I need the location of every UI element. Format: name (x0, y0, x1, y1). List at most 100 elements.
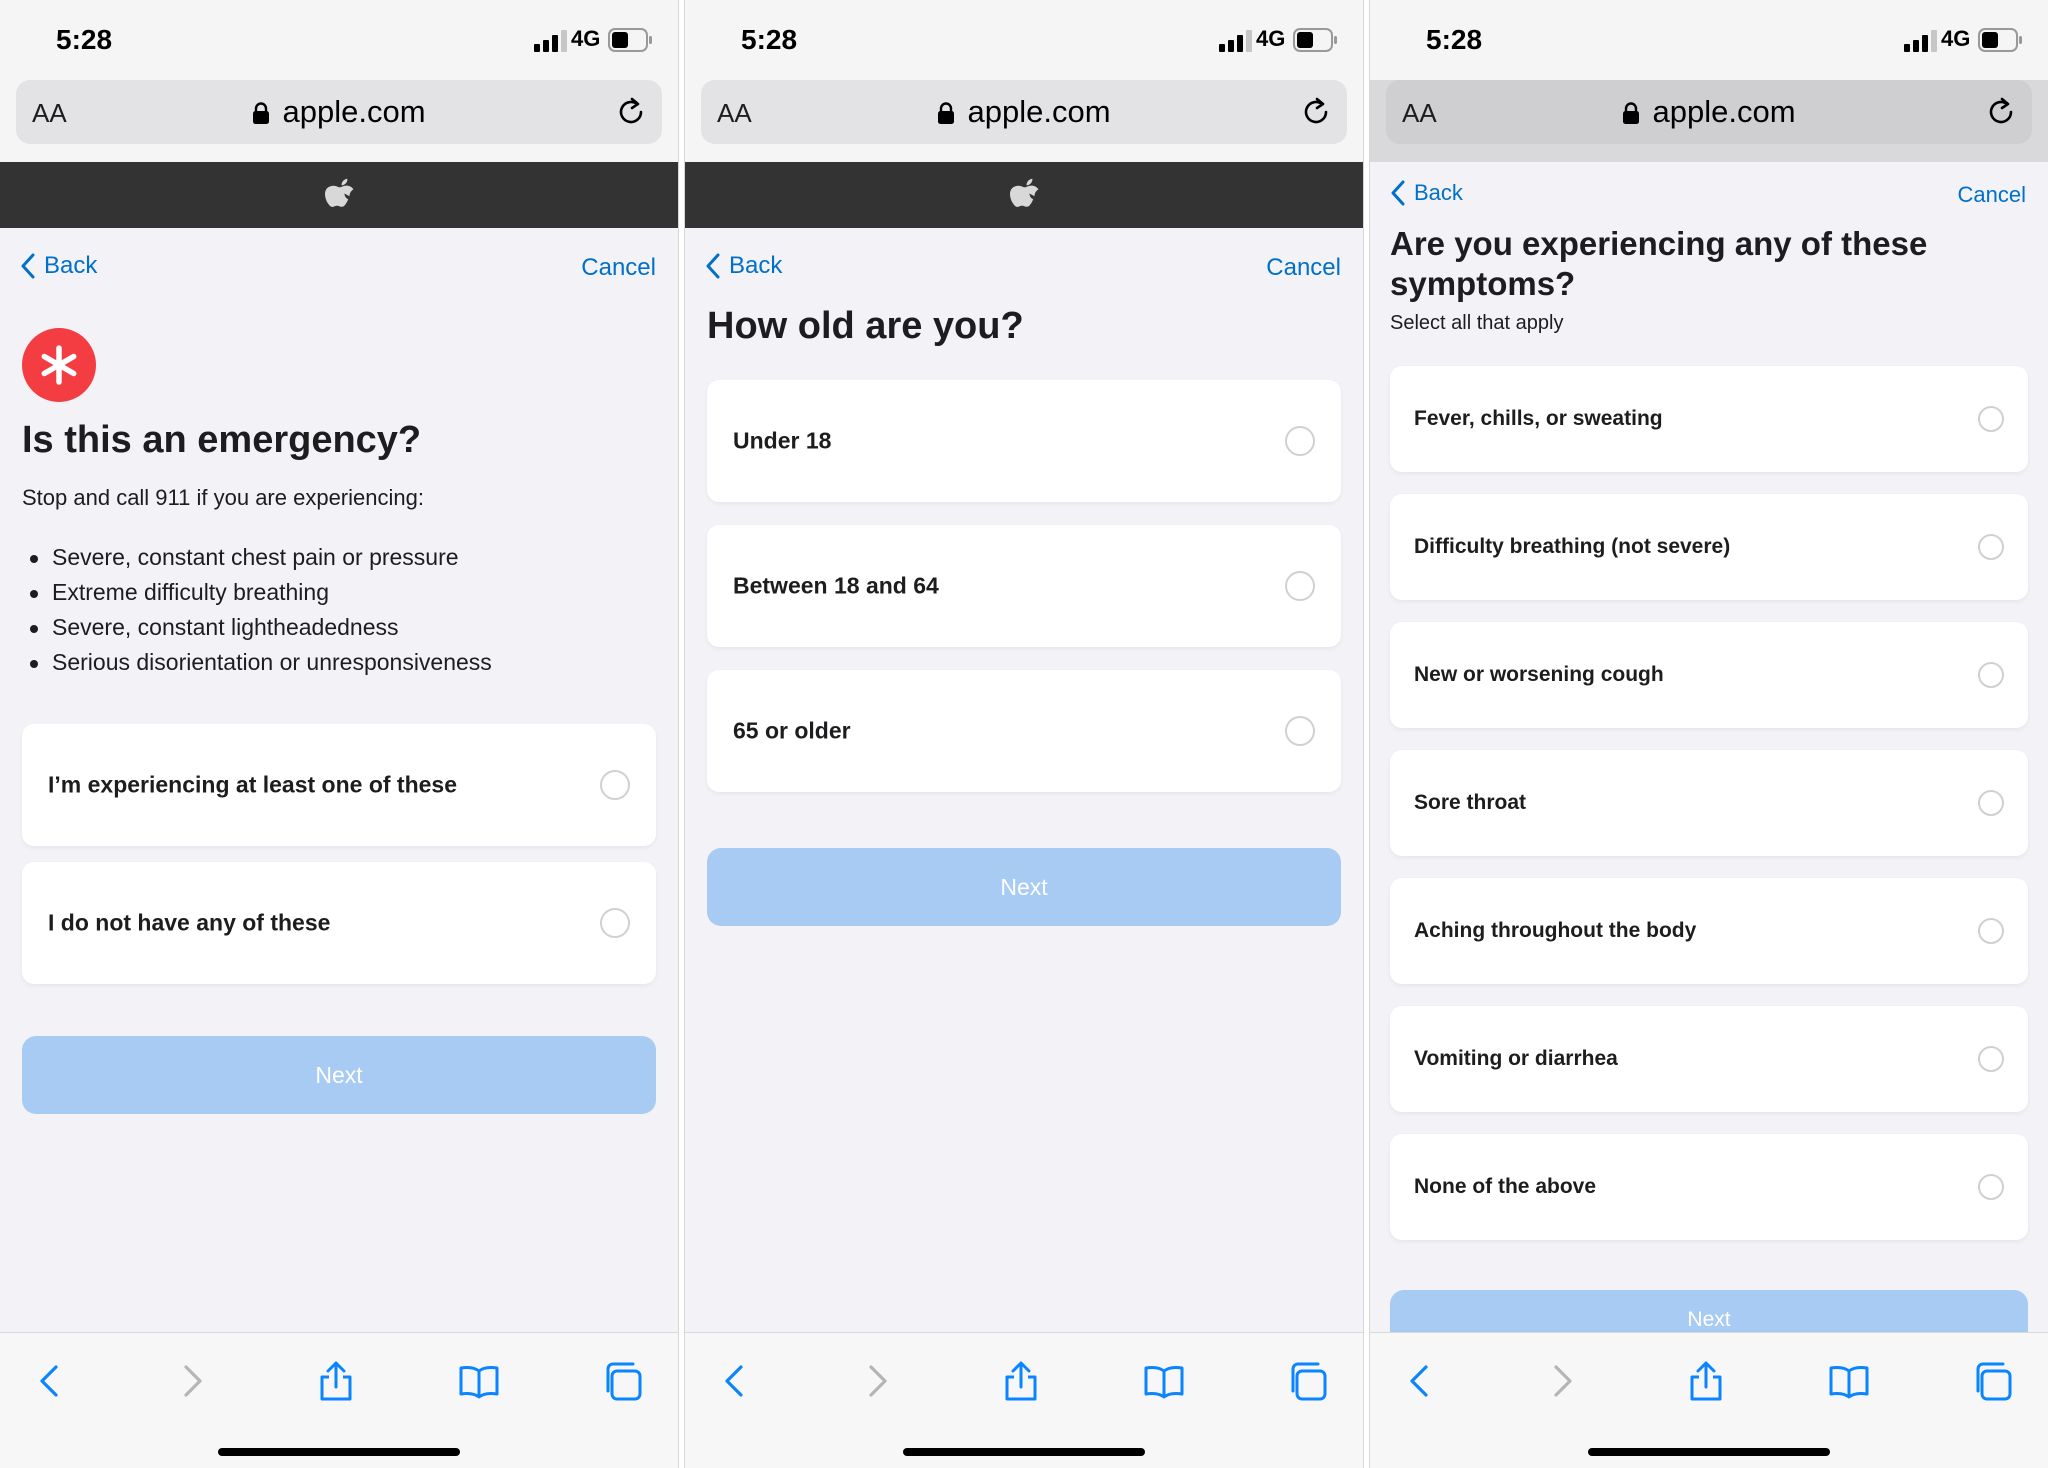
option-aching[interactable]: Aching throughout the body (1390, 878, 2028, 984)
phone-screen-age: 5:28 4G AA apple.com Back Cancel How old… (685, 0, 1363, 1468)
checkbox[interactable] (1978, 1046, 2004, 1072)
next-button[interactable]: Next (22, 1036, 656, 1114)
share-icon[interactable] (314, 1359, 358, 1403)
signal-icon (1904, 30, 1937, 52)
cancel-link[interactable]: Cancel (1266, 254, 1341, 282)
reload-icon[interactable] (614, 95, 648, 129)
url-domain[interactable]: apple.com (16, 94, 662, 130)
option-18-to-64[interactable]: Between 18 and 64 (707, 525, 1341, 647)
option-label: Sore throat (1414, 791, 1527, 814)
tabs-icon[interactable] (1285, 1359, 1329, 1403)
home-indicator (1588, 1448, 1830, 1456)
tabs-icon[interactable] (600, 1359, 644, 1403)
bookmarks-icon[interactable] (457, 1359, 501, 1403)
checkbox[interactable] (1978, 662, 2004, 688)
list-item: Serious disorientation or unresponsivene… (30, 645, 492, 680)
tabs-icon[interactable] (1970, 1359, 2014, 1403)
option-label: Difficulty breathing (not severe) (1414, 535, 1731, 558)
list-item: Extreme difficulty breathing (30, 575, 492, 610)
option-label: I do not have any of these (48, 909, 331, 936)
forward-arrow-icon[interactable] (170, 1359, 214, 1403)
page-subtitle: Stop and call 911 if you are experiencin… (22, 485, 424, 510)
option-label: None of the above (1414, 1175, 1597, 1198)
reload-icon[interactable] (1299, 95, 1333, 129)
checkbox[interactable] (1978, 790, 2004, 816)
back-arrow-icon[interactable] (1398, 1359, 1442, 1403)
back-link[interactable]: Back (20, 252, 97, 280)
bookmarks-icon[interactable] (1142, 1359, 1186, 1403)
cancel-link[interactable]: Cancel (1958, 182, 2026, 208)
page-title: Are you experiencing any of these sympto… (1390, 225, 1928, 302)
next-button[interactable]: Next (1390, 1290, 2028, 1332)
address-bar[interactable]: AA apple.com (16, 80, 662, 144)
address-bar-container: AA apple.com (0, 80, 678, 162)
page-title: How old are you? (707, 305, 1024, 347)
option-breathing[interactable]: Difficulty breathing (not severe) (1390, 494, 2028, 600)
content-area: Back Cancel How old are you? Under 18 Be… (685, 228, 1363, 1332)
asterisk-icon (41, 345, 77, 385)
back-link[interactable]: Back (1390, 180, 1463, 206)
status-time: 5:28 (741, 24, 798, 55)
share-icon[interactable] (1684, 1359, 1728, 1403)
signal-icon (534, 30, 567, 52)
checkbox[interactable] (1978, 1174, 2004, 1200)
phone-screen-symptoms: 5:28 4G AA apple.com Back Cancel Are you… (1370, 0, 2048, 1468)
network-type: 4G (1941, 26, 1971, 51)
option-label: Between 18 and 64 (733, 572, 939, 599)
address-bar[interactable]: AA apple.com (1386, 80, 2032, 144)
chevron-left-icon (21, 253, 35, 279)
apple-logo-icon[interactable] (323, 176, 355, 214)
content-area: Back Cancel Are you experiencing any of … (1370, 162, 2048, 1332)
network-type: 4G (1256, 26, 1286, 51)
option-cough[interactable]: New or worsening cough (1390, 622, 2028, 728)
checkbox[interactable] (1978, 406, 2004, 432)
checkbox[interactable] (1978, 918, 2004, 944)
back-link[interactable]: Back (705, 252, 782, 280)
option-experiencing[interactable]: I’m experiencing at least one of these (22, 724, 656, 846)
browser-toolbar (1370, 1332, 2048, 1468)
battery-icon (1293, 28, 1337, 52)
emergency-badge (22, 328, 96, 402)
option-none[interactable]: I do not have any of these (22, 862, 656, 984)
forward-arrow-icon[interactable] (1540, 1359, 1584, 1403)
option-fever[interactable]: Fever, chills, or sweating (1390, 366, 2028, 472)
option-sore-throat[interactable]: Sore throat (1390, 750, 2028, 856)
bookmarks-icon[interactable] (1827, 1359, 1871, 1403)
forward-arrow-icon[interactable] (855, 1359, 899, 1403)
status-bar: 5:28 4G (1370, 0, 2048, 80)
url-domain[interactable]: apple.com (1386, 94, 2032, 130)
back-arrow-icon[interactable] (28, 1359, 72, 1403)
battery-icon (1978, 28, 2022, 52)
next-button[interactable]: Next (707, 848, 1341, 926)
status-time: 5:28 (1426, 24, 1483, 55)
address-bar-container: AA apple.com (1370, 80, 2048, 162)
divider (1363, 0, 1370, 1468)
option-65-plus[interactable]: 65 or older (707, 670, 1341, 792)
cancel-link[interactable]: Cancel (581, 254, 656, 282)
signal-icon (1219, 30, 1252, 52)
status-time: 5:28 (56, 24, 113, 55)
reload-icon[interactable] (1984, 95, 2018, 129)
checkbox[interactable] (1978, 534, 2004, 560)
divider (678, 0, 685, 1468)
address-bar-container: AA apple.com (685, 80, 1363, 162)
option-label: Fever, chills, or sweating (1414, 407, 1663, 430)
radio-button[interactable] (1285, 426, 1315, 456)
home-indicator (903, 1448, 1145, 1456)
option-under-18[interactable]: Under 18 (707, 380, 1341, 502)
url-domain[interactable]: apple.com (701, 94, 1347, 130)
radio-button[interactable] (1285, 571, 1315, 601)
option-vomiting[interactable]: Vomiting or diarrhea (1390, 1006, 2028, 1112)
radio-button[interactable] (600, 770, 630, 800)
radio-button[interactable] (600, 908, 630, 938)
address-bar[interactable]: AA apple.com (701, 80, 1347, 144)
page-subtitle: Select all that apply (1390, 312, 1564, 334)
radio-button[interactable] (1285, 716, 1315, 746)
back-arrow-icon[interactable] (713, 1359, 757, 1403)
option-none[interactable]: None of the above (1390, 1134, 2028, 1240)
apple-logo-icon[interactable] (1008, 176, 1040, 214)
share-icon[interactable] (999, 1359, 1043, 1403)
option-label: I’m experiencing at least one of these (48, 771, 458, 798)
list-item: Severe, constant chest pain or pressure (30, 540, 492, 575)
network-type: 4G (571, 26, 601, 51)
